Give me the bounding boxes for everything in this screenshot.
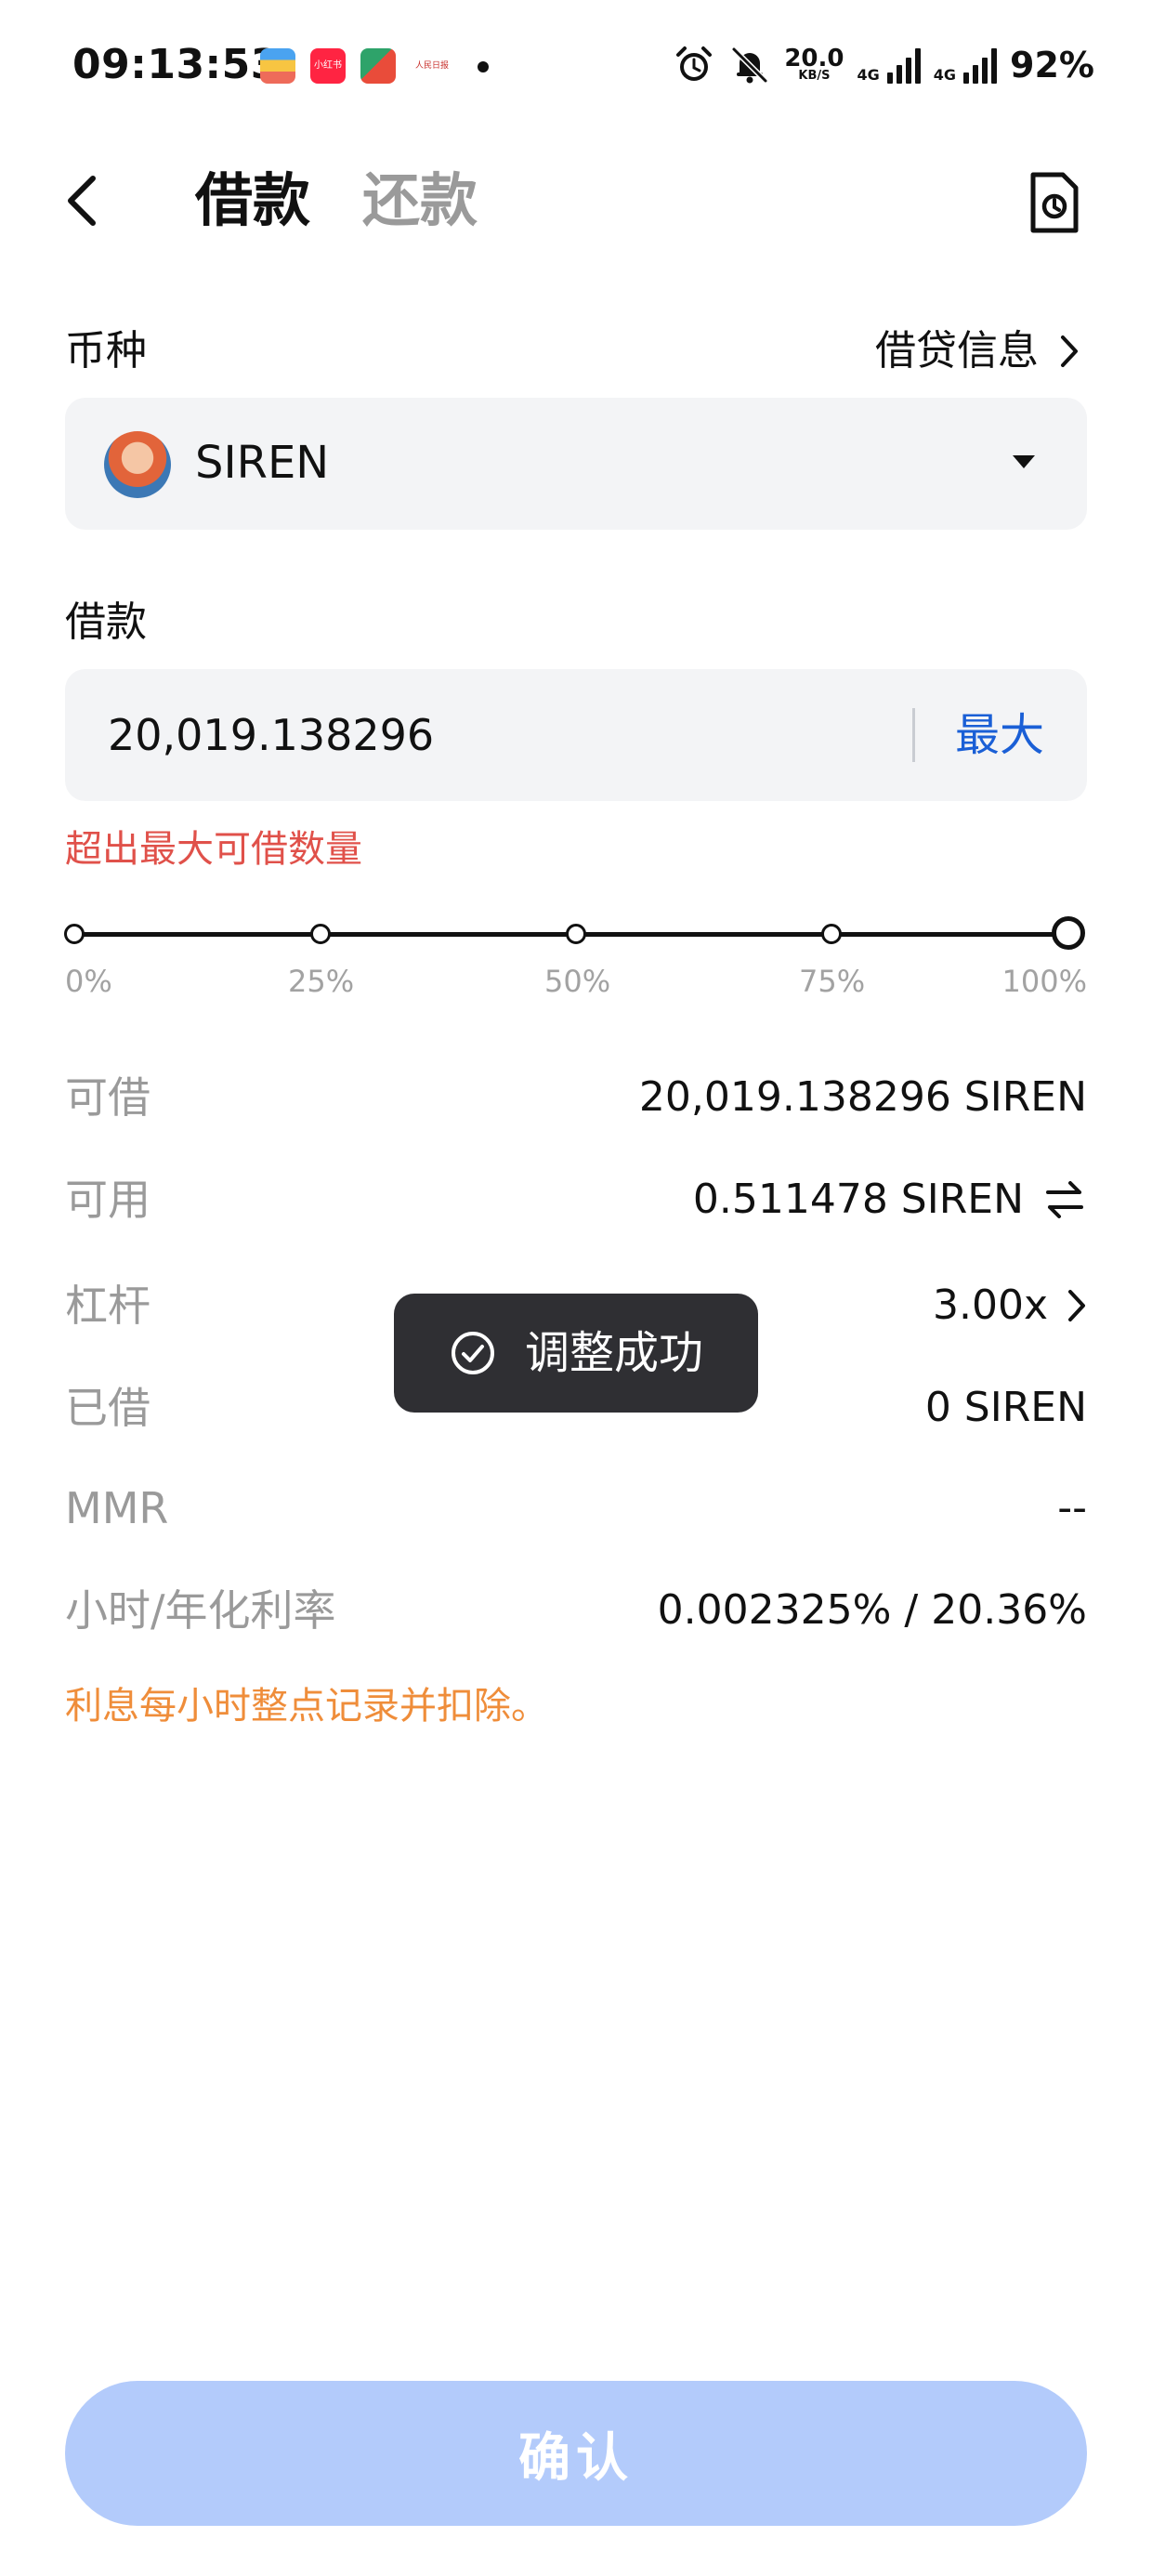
available-value: 0.511478 SIREN <box>693 1173 1087 1227</box>
slider-label-0: 0% <box>65 964 112 999</box>
toast-text: 调整成功 <box>524 1327 703 1379</box>
amount-slider[interactable] <box>64 916 1085 950</box>
back-button[interactable] <box>58 167 110 234</box>
slider-node-75[interactable] <box>821 924 842 944</box>
slider-node-25[interactable] <box>310 924 331 944</box>
slider-node-0[interactable] <box>64 924 85 944</box>
borrowed-label: 已借 <box>65 1383 151 1433</box>
borrowed-value: 0 SIREN <box>925 1381 1087 1435</box>
mute-bell-icon <box>732 46 768 84</box>
caret-down-icon <box>1013 455 1035 468</box>
borrowable-value: 20,019.138296 SIREN <box>639 1071 1087 1124</box>
interest-note: 利息每小时整点记录并扣除。 <box>65 1685 548 1728</box>
lending-info-label: 借贷信息 <box>875 327 1039 375</box>
xiaohongshu-app-icon: 小红书 <box>310 48 346 84</box>
slider-label-50: 50% <box>544 964 611 999</box>
chevron-right-icon <box>1068 1290 1085 1321</box>
net-speed: 20.0 KB/S <box>784 45 844 83</box>
net-speed-unit: KB/S <box>798 69 831 83</box>
available-label: 可用 <box>65 1175 151 1225</box>
chevron-left-icon <box>68 176 96 226</box>
coin-select[interactable]: SIREN <box>65 398 1087 530</box>
signal-bars-1 <box>886 46 921 84</box>
coin-name: SIREN <box>195 437 330 489</box>
coin-avatar <box>104 431 171 498</box>
mmr-amount: -- <box>1057 1484 1087 1531</box>
history-button[interactable] <box>1022 169 1085 236</box>
notification-dot <box>478 61 489 72</box>
slider-label-25: 25% <box>288 964 355 999</box>
battery-level: 92% <box>1010 45 1094 85</box>
confirm-button[interactable]: 确认 <box>65 2381 1087 2526</box>
borrowable-amount: 20,019.138296 SIREN <box>638 1073 1087 1121</box>
success-toast: 调整成功 <box>394 1294 758 1413</box>
status-bar: 09:13:53 小红书 人民日报 20.0 KB/S 4G 4G 92% <box>0 0 1152 139</box>
wallet-app-icon <box>260 48 295 84</box>
mmr-value: -- <box>1057 1481 1087 1535</box>
rate-amount: 0.002325% / 20.36% <box>657 1586 1087 1634</box>
borrow-label: 借款 <box>65 598 147 646</box>
rate-label: 小时/年化利率 <box>65 1585 336 1636</box>
status-indicators: 20.0 KB/S 4G 4G 92% <box>673 41 1094 89</box>
leverage-label: 杠杆 <box>65 1281 151 1331</box>
error-message: 超出最大可借数量 <box>65 828 362 871</box>
network-type-1: 4G <box>857 66 880 84</box>
lending-info-link[interactable]: 借贷信息 <box>875 325 1080 377</box>
max-button[interactable]: 最大 <box>955 704 1044 766</box>
leverage-value: 3.00x <box>933 1279 1087 1333</box>
rate-value: 0.002325% / 20.36% <box>658 1584 1087 1637</box>
network-signal-1: 4G <box>857 46 921 84</box>
borrowed-amount: 0 SIREN <box>924 1384 1087 1431</box>
people-daily-app-icon: 人民日报 <box>414 48 450 84</box>
status-time: 09:13:53 <box>72 41 280 88</box>
available-amount: 0.511478 SIREN <box>692 1176 1024 1223</box>
currency-label: 币种 <box>65 327 147 375</box>
amount-divider <box>912 708 915 762</box>
alarm-icon <box>676 46 713 81</box>
info-row-mmr: MMR -- <box>65 1476 1087 1541</box>
slider-label-75: 75% <box>799 964 866 999</box>
network-type-2: 4G <box>933 66 957 84</box>
info-row-available: 可用 0.511478 SIREN <box>65 1167 1087 1232</box>
slider-node-50[interactable] <box>566 924 586 944</box>
slider-thumb[interactable] <box>1052 916 1085 950</box>
net-speed-value: 20.0 <box>784 45 844 72</box>
borrow-amount-box: 最大 <box>65 669 1087 801</box>
leverage-amount: 3.00x <box>932 1281 1048 1329</box>
borrowable-label: 可借 <box>65 1072 151 1123</box>
network-signal-2: 4G <box>933 46 998 84</box>
borrow-amount-input[interactable] <box>108 704 870 766</box>
chevron-right-icon <box>1061 335 1078 367</box>
tab-repay[interactable]: 还款 <box>362 164 478 238</box>
history-document-icon <box>1030 172 1079 233</box>
info-row-borrowable: 可借 20,019.138296 SIREN <box>65 1065 1087 1130</box>
transfer-arrows-icon[interactable] <box>1042 1179 1087 1220</box>
slider-labels: 0% 25% 50% 75% 100% <box>65 963 1087 1004</box>
mmr-label: MMR <box>65 1483 169 1533</box>
check-circle-icon <box>451 1332 494 1374</box>
tab-borrow[interactable]: 借款 <box>195 164 310 238</box>
info-row-rate: 小时/年化利率 0.002325% / 20.36% <box>65 1578 1087 1643</box>
news-app-icon <box>360 48 396 84</box>
slider-label-100: 100% <box>1001 964 1087 999</box>
signal-bars-2 <box>963 46 998 84</box>
